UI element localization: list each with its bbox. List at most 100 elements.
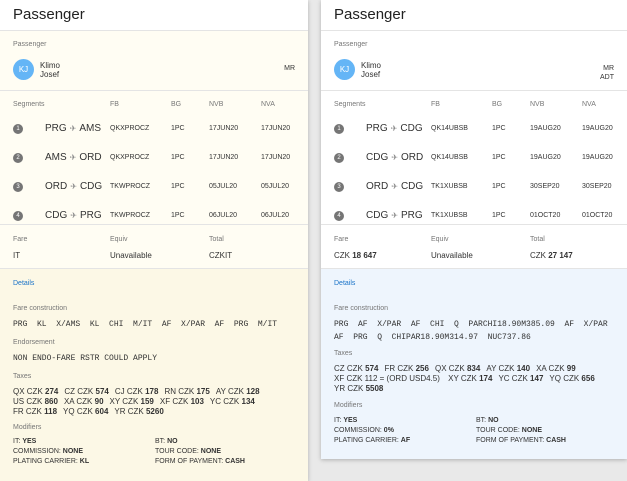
fare-section: Fare Equiv Total CZK 18 647 Unavailable …	[321, 224, 627, 268]
not-valid-after: 19AUG20	[582, 154, 613, 161]
fare-value: CZK 18 647	[334, 251, 377, 260]
baggage: 1PC	[492, 154, 506, 161]
segment-row: 3 ORD ✈ CDG TK1XUBSB 1PC 30SEP20 30SEP20	[321, 178, 627, 198]
segment-row: 2 CDG ✈ ORD QK14UBSB 1PC 19AUG20 19AUG20	[321, 149, 627, 169]
fare-label: Fare	[334, 236, 349, 243]
segment-number: 3	[13, 182, 23, 192]
taxes-label: Taxes	[13, 373, 32, 380]
bg-header: BG	[492, 101, 503, 108]
destination-code: ORD	[400, 152, 424, 163]
passenger-name: Klimo Josef	[40, 61, 60, 79]
baggage: 1PC	[171, 212, 185, 219]
segment-route: AMS ✈ ORD	[45, 152, 102, 163]
total-amount: 27 147	[548, 251, 573, 260]
endorsement-text: NON ENDO-FARE RSTR COULD APPLY	[13, 354, 158, 363]
plane-icon: ✈	[391, 211, 398, 220]
segment-route: CDG ✈ PRG	[45, 210, 102, 221]
first-name: Josef	[40, 70, 60, 79]
tax-item: CZ CZK 574	[64, 387, 109, 396]
destination-code: PRG	[79, 210, 102, 221]
not-valid-after: 17JUN20	[261, 154, 291, 161]
details-panel: Details Fare construction PRG AF X/PAR A…	[321, 268, 627, 459]
plane-icon: ✈	[69, 124, 77, 133]
bg-header: BG	[171, 101, 182, 108]
segment-route: PRG ✈ CDG	[366, 123, 423, 134]
tax-item: XF CZK 103	[159, 397, 204, 406]
destination-code: CDG	[79, 181, 103, 192]
plane-icon: ✈	[70, 211, 77, 220]
fare-basis: TK1XUBSB	[431, 212, 468, 219]
nva-header: NVA	[582, 101, 596, 108]
modifier-plating-carrier: PLATING CARRIER: KL	[13, 458, 90, 465]
segment-number: 4	[13, 211, 23, 221]
segment-row: 1 PRG ✈ CDG QK14UBSB 1PC 19AUG20 19AUG20	[321, 120, 627, 140]
segments-section: Segments FB BG NVB NVA 1 PRG ✈ CDG QK14UBSB 1…	[321, 90, 627, 224]
total-currency: CZK	[530, 251, 546, 260]
tax-item: AY CZK 128	[215, 387, 260, 396]
total-label: Total	[209, 236, 224, 243]
last-name: Klimo	[40, 61, 61, 70]
origin-code: CDG	[45, 210, 68, 221]
fare-basis: TK1XUBSB	[431, 183, 468, 190]
fare-section: Fare Equiv Total IT Unavailable CZKIT	[0, 224, 308, 268]
destination-code: PRG	[400, 210, 423, 221]
card-title: Passenger	[321, 0, 627, 30]
fare-basis: QKXPROCZ	[110, 154, 150, 161]
modifier-plating-carrier: PLATING CARRIER: AF	[334, 437, 411, 444]
equiv-value: Unavailable	[110, 251, 152, 260]
destination-code: CDG	[400, 123, 423, 134]
modifiers-label: Modifiers	[334, 402, 363, 409]
fare-currency: IT	[13, 251, 21, 260]
taxes-list: QX CZK 274 CZ CZK 574 CJ CZK 178 RN CZK 175…	[13, 387, 266, 417]
modifiers-col-2: BT: NO TOUR CODE: NONE FORM OF PAYMENT: …	[476, 416, 566, 446]
not-valid-before: 17JUN20	[209, 154, 239, 161]
segments-header: Segments	[13, 101, 45, 108]
not-valid-before: 17JUN20	[209, 125, 239, 132]
tax-item: RN CZK 175	[164, 387, 210, 396]
tax-line: FR CZK 118 YQ CZK 604 YR CZK 5260	[13, 407, 266, 417]
avatar: KJ	[334, 59, 355, 80]
fare-basis: QKXPROCZ	[110, 125, 150, 132]
segment-route: CDG ✈ PRG	[366, 210, 423, 221]
tax-line: QX CZK 274 CZ CZK 574 CJ CZK 178 RN CZK 175…	[13, 387, 266, 397]
not-valid-before: 06JUL20	[209, 212, 238, 219]
fare-construction-text: PRG AF X/PAR AF CHI Q PARCHI18.90M385.09…	[334, 320, 608, 342]
not-valid-before: 05JUL20	[209, 183, 238, 190]
tax-item: QX CZK 834	[434, 364, 481, 373]
baggage: 1PC	[171, 125, 185, 132]
tax-line: XF CZK 112 = (ORD USD4.5) XY CZK 174 YC C…	[334, 374, 601, 384]
not-valid-before: 19AUG20	[530, 154, 561, 161]
origin-code: CDG	[366, 152, 389, 163]
fare-construction-label: Fare construction	[13, 305, 68, 312]
segment-row: 1 PRG ✈ AMS QKXPROCZ 1PC 17JUN20 17JUN20	[0, 120, 308, 140]
modifier-bt: BT: NO	[155, 438, 178, 445]
modifier-it: IT: YES	[334, 417, 358, 424]
fare-construction-text: PRG KL X/AMS KL CHI M/IT AF X/PAR AF PRG…	[13, 320, 278, 329]
modifiers-label: Modifiers	[13, 424, 42, 431]
equiv-label: Equiv	[110, 236, 128, 243]
plane-icon: ✈	[390, 124, 398, 133]
tax-item: AY CZK 140	[486, 364, 531, 373]
tax-item: YQ CZK 604	[63, 407, 109, 416]
not-valid-after: 01OCT20	[582, 212, 613, 219]
details-link[interactable]: Details	[334, 280, 355, 287]
modifier-commission: COMMISSION: 0%	[334, 427, 394, 434]
tax-item: YR CZK 5508	[334, 384, 384, 393]
baggage: 1PC	[171, 154, 185, 161]
tax-item: YC CZK 147	[498, 374, 544, 383]
baggage: 1PC	[492, 212, 506, 219]
fare-value: IT	[13, 251, 20, 260]
details-link[interactable]: Details	[13, 280, 34, 287]
not-valid-after: 06JUL20	[261, 212, 290, 219]
modifiers-col-1: IT: YES COMMISSION: NONE PLATING CARRIER…	[13, 437, 89, 467]
tax-item: YQ CZK 656	[549, 374, 595, 383]
tax-item: XA CZK 90	[63, 397, 104, 406]
segment-number: 2	[13, 153, 23, 163]
first-name: Josef	[361, 70, 381, 79]
tax-item: FR CZK 118	[13, 407, 58, 416]
passenger-card-right: Passenger Passenger KJ Klimo Josef MR AD…	[321, 0, 627, 459]
origin-code: PRG	[45, 123, 67, 134]
baggage: 1PC	[492, 125, 506, 132]
nva-header: NVA	[261, 101, 275, 108]
origin-code: PRG	[366, 123, 388, 134]
